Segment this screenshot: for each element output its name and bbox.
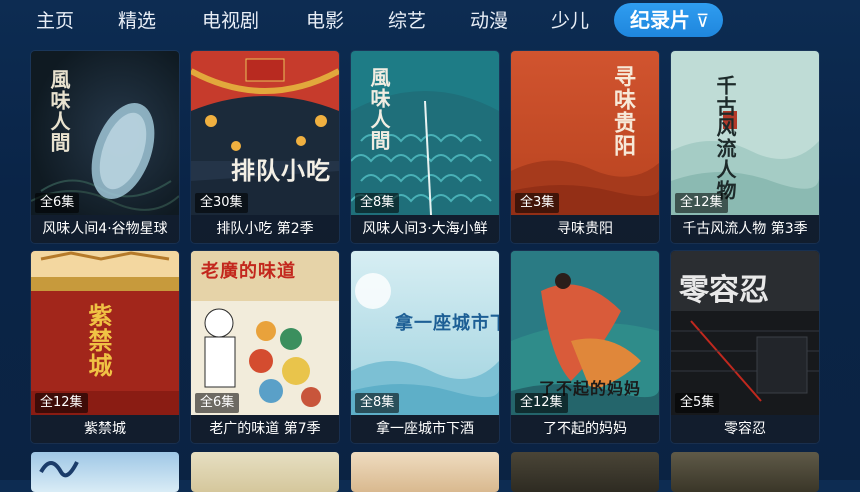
poster-title-art: 千古风流人物 (713, 75, 737, 201)
episode-badge: 全6集 (195, 393, 240, 413)
episode-badge: 全5集 (675, 393, 720, 413)
episode-badge: 全12集 (515, 393, 568, 413)
program-card-partial[interactable] (351, 452, 499, 492)
episode-badge: 全12集 (35, 393, 88, 413)
program-card-partial[interactable] (31, 452, 179, 492)
tab-featured[interactable]: 精选 (118, 6, 156, 36)
poster-title-art: 零容忍 (679, 273, 769, 308)
program-title: 了不起的妈妈 (511, 415, 659, 443)
poster-title-art: 排队小吃 (231, 156, 331, 185)
program-title: 千古风流人物 第3季 (671, 215, 819, 243)
category-nav: 主页 精选 电视剧 电影 综艺 动漫 少儿 纪录片 ⊽ (0, 0, 860, 42)
program-card-partial[interactable] (191, 452, 339, 492)
poster-image: 老廣的味道 (191, 251, 339, 415)
program-card[interactable]: 拿一座城市下酒 全8集 拿一座城市下酒 (351, 251, 499, 443)
poster-image: 了不起的妈妈 (511, 251, 659, 415)
poster-title-art: 拿一座城市下酒 (395, 313, 499, 334)
tab-kids[interactable]: 少儿 (551, 6, 589, 36)
program-card[interactable]: 老廣的味道 全6集 老广的味道 第7季 (191, 251, 339, 443)
poster-title-art: 紫禁城 (84, 303, 113, 378)
program-card[interactable]: 風味人間 全8集 风味人间3·大海小鲜 (351, 51, 499, 243)
episode-badge: 全8集 (355, 193, 400, 213)
poster-image: 紫禁城 (31, 251, 179, 415)
episode-badge: 全12集 (675, 193, 728, 213)
poster-image: 風味人間 (31, 51, 179, 215)
program-card[interactable]: 風味人間 全6集 风味人间4·谷物星球 (31, 51, 179, 243)
program-card-partial[interactable] (671, 452, 819, 492)
tab-documentary[interactable]: 纪录片 ⊽ (614, 3, 724, 39)
program-card-partial[interactable] (511, 452, 659, 492)
program-title: 风味人间4·谷物星球 (31, 215, 179, 243)
tab-documentary-label: 纪录片 (630, 8, 690, 32)
program-card[interactable]: 排队小吃 全30集 排队小吃 第2季 (191, 51, 339, 243)
program-title: 紫禁城 (31, 415, 179, 443)
poster-image: 零容忍 (671, 251, 819, 415)
tab-home[interactable]: 主页 (36, 6, 74, 36)
poster-title-art: 寻味贵阳 (610, 65, 636, 157)
tab-variety[interactable]: 综艺 (388, 6, 426, 36)
tab-movies[interactable]: 电影 (306, 6, 344, 36)
tab-anime[interactable]: 动漫 (470, 6, 508, 36)
poster-title-art: 風味人間 (47, 69, 71, 153)
program-card[interactable]: 了不起的妈妈 全12集 了不起的妈妈 (511, 251, 659, 443)
program-title: 老广的味道 第7季 (191, 415, 339, 443)
episode-badge: 全3集 (515, 193, 560, 213)
program-title: 寻味贵阳 (511, 215, 659, 243)
episode-badge: 全6集 (35, 193, 80, 213)
program-title: 零容忍 (671, 415, 819, 443)
poster-image: 風味人間 (351, 51, 499, 215)
poster-title-art: 老廣的味道 (201, 261, 296, 282)
poster-title-art: 風味人間 (367, 67, 391, 151)
program-title: 风味人间3·大海小鲜 (351, 215, 499, 243)
program-card[interactable]: 紫禁城 全12集 紫禁城 (31, 251, 179, 443)
program-card[interactable]: 零容忍 全5集 零容忍 (671, 251, 819, 443)
poster-image: 千古风流人物 (671, 51, 819, 215)
program-card[interactable]: 寻味贵阳 全3集 寻味贵阳 (511, 51, 659, 243)
poster-image: 排队小吃 (191, 51, 339, 215)
tab-tv-series[interactable]: 电视剧 (202, 6, 259, 36)
episode-badge: 全8集 (355, 393, 400, 413)
filter-icon[interactable]: ⊽ (696, 5, 709, 39)
episode-badge: 全30集 (195, 193, 248, 213)
program-card[interactable]: 千古风流人物 全12集 千古风流人物 第3季 (671, 51, 819, 243)
poster-image: 拿一座城市下酒 (351, 251, 499, 415)
program-title: 拿一座城市下酒 (351, 415, 499, 443)
program-title: 排队小吃 第2季 (191, 215, 339, 243)
poster-image: 寻味贵阳 (511, 51, 659, 215)
